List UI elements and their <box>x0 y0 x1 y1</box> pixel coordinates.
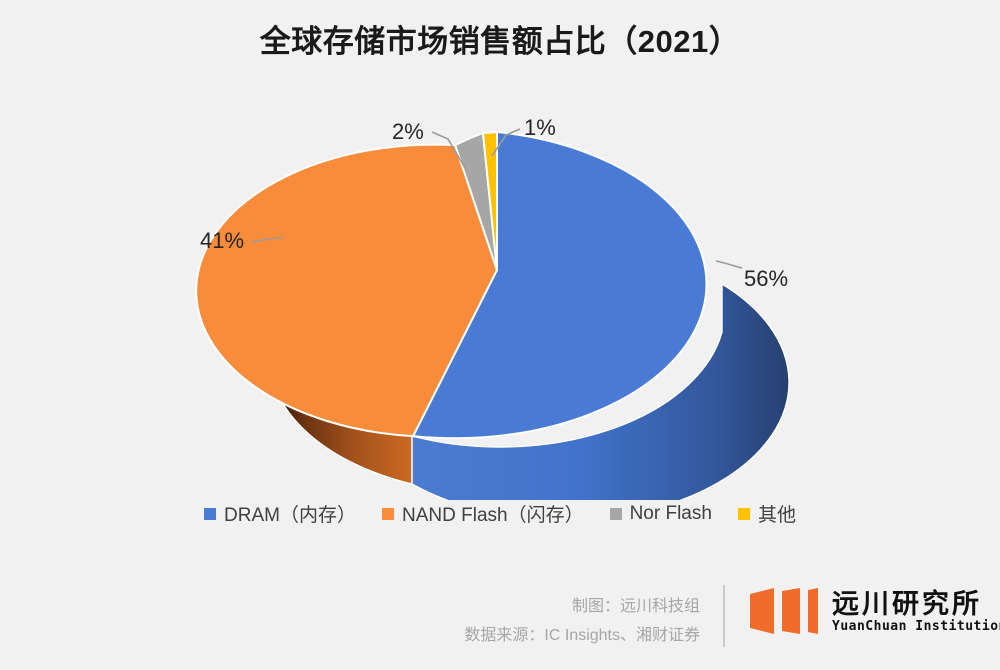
footer-source-line: 数据来源：IC Insights、湘财证券 <box>464 627 700 644</box>
brand-name-en: YuanChuan Institution <box>832 619 1000 634</box>
brand-logo: 远川研究所 YuanChuan Institution <box>748 584 1000 640</box>
footer-credits: 制图：远川科技组 数据来源：IC Insights、湘财证券 <box>464 592 700 650</box>
pie-chart <box>195 128 790 500</box>
pie-top-faces <box>195 130 708 440</box>
legend-item-nor[interactable]: Nor Flash <box>609 502 712 525</box>
chart-footer: 制图：远川科技组 数据来源：IC Insights、湘财证券 远川研究所 Yua… <box>0 578 1000 658</box>
brand-name-cn: 远川研究所 <box>832 589 982 619</box>
yuanchuan-mark-icon <box>750 588 818 634</box>
data-label-nand: 41% <box>200 228 245 253</box>
footer-credit-line: 制图：远川科技组 <box>571 598 700 615</box>
legend-swatch-other <box>737 507 750 520</box>
chart-legend: DRAM（内存） NAND Flash（闪存） Nor Flash 其他 <box>0 500 1000 527</box>
data-label-dram: 56% <box>744 266 789 291</box>
legend-label-nor: Nor Flash <box>629 502 712 524</box>
legend-label-dram: DRAM（内存） <box>224 505 356 526</box>
brand-text: 远川研究所 YuanChuan Institution <box>832 589 1000 635</box>
legend-swatch-nor <box>609 507 622 520</box>
legend-label-nand: NAND Flash（闪存） <box>402 505 584 526</box>
legend-item-other[interactable]: 其他 <box>737 500 796 527</box>
legend-item-nand[interactable]: NAND Flash（闪存） <box>382 500 584 527</box>
legend-swatch-nand <box>382 507 394 520</box>
chart-canvas: 全球存储市场销售额占比（2021） 56% 41% 2% 1% DRAM（内存）… <box>0 0 1000 670</box>
data-label-nor: 2% <box>392 119 424 144</box>
legend-swatch-dram <box>204 507 217 520</box>
leader-line-dram <box>715 260 743 269</box>
data-label-other: 1% <box>524 115 556 140</box>
footer-divider <box>723 585 725 647</box>
legend-item-dram[interactable]: DRAM（内存） <box>204 500 356 527</box>
legend-label-other: 其他 <box>757 505 796 526</box>
page-title: 全球存储市场销售额占比（2021） <box>259 24 741 59</box>
